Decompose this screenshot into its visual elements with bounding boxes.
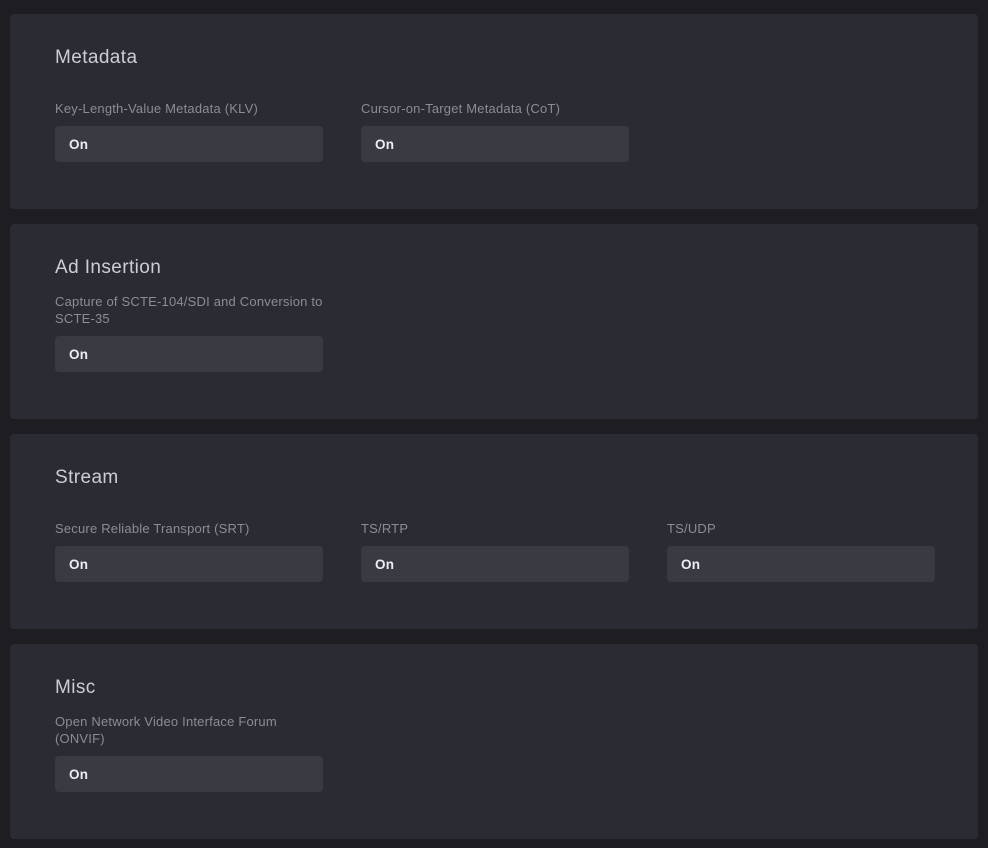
klv-select[interactable]: On: [55, 126, 323, 162]
section-title-ad-insertion: Ad Insertion: [55, 255, 933, 281]
cot-label: Cursor-on-Target Metadata (CoT): [361, 83, 629, 117]
srt-select[interactable]: On: [55, 546, 323, 582]
field-group-onvif: Open Network Video Interface Forum (ONVI…: [55, 713, 323, 792]
field-group-klv: Key-Length-Value Metadata (KLV) On: [55, 83, 323, 162]
scte-label: Capture of SCTE-104/SDI and Conversion t…: [55, 293, 323, 327]
section-stream: Stream Secure Reliable Transport (SRT) O…: [10, 434, 978, 629]
section-title-metadata: Metadata: [55, 45, 933, 71]
ts-rtp-select[interactable]: On: [361, 546, 629, 582]
field-group-scte: Capture of SCTE-104/SDI and Conversion t…: [55, 293, 323, 372]
cot-select[interactable]: On: [361, 126, 629, 162]
ts-rtp-label: TS/RTP: [361, 503, 629, 537]
ts-udp-select[interactable]: On: [667, 546, 935, 582]
section-title-stream: Stream: [55, 465, 933, 491]
klv-label: Key-Length-Value Metadata (KLV): [55, 83, 323, 117]
field-group-ts-rtp: TS/RTP On: [361, 503, 629, 582]
klv-select-value: On: [69, 137, 88, 152]
section-metadata: Metadata Key-Length-Value Metadata (KLV)…: [10, 14, 978, 209]
ad-insertion-fields-row: Capture of SCTE-104/SDI and Conversion t…: [55, 293, 933, 372]
ts-rtp-select-value: On: [375, 557, 394, 572]
section-title-misc: Misc: [55, 675, 933, 701]
cot-select-value: On: [375, 137, 394, 152]
section-ad-insertion: Ad Insertion Capture of SCTE-104/SDI and…: [10, 224, 978, 419]
field-group-cot: Cursor-on-Target Metadata (CoT) On: [361, 83, 629, 162]
scte-select-value: On: [69, 347, 88, 362]
onvif-select-value: On: [69, 767, 88, 782]
metadata-fields-row: Key-Length-Value Metadata (KLV) On Curso…: [55, 83, 933, 162]
onvif-label: Open Network Video Interface Forum (ONVI…: [55, 713, 323, 747]
misc-fields-row: Open Network Video Interface Forum (ONVI…: [55, 713, 933, 792]
field-group-ts-udp: TS/UDP On: [667, 503, 935, 582]
ts-udp-select-value: On: [681, 557, 700, 572]
field-group-srt: Secure Reliable Transport (SRT) On: [55, 503, 323, 582]
srt-label: Secure Reliable Transport (SRT): [55, 503, 323, 537]
onvif-select[interactable]: On: [55, 756, 323, 792]
stream-fields-row: Secure Reliable Transport (SRT) On TS/RT…: [55, 503, 933, 582]
ts-udp-label: TS/UDP: [667, 503, 935, 537]
license-settings-page: Metadata Key-Length-Value Metadata (KLV)…: [10, 14, 978, 839]
scte-select[interactable]: On: [55, 336, 323, 372]
section-misc: Misc Open Network Video Interface Forum …: [10, 644, 978, 839]
srt-select-value: On: [69, 557, 88, 572]
